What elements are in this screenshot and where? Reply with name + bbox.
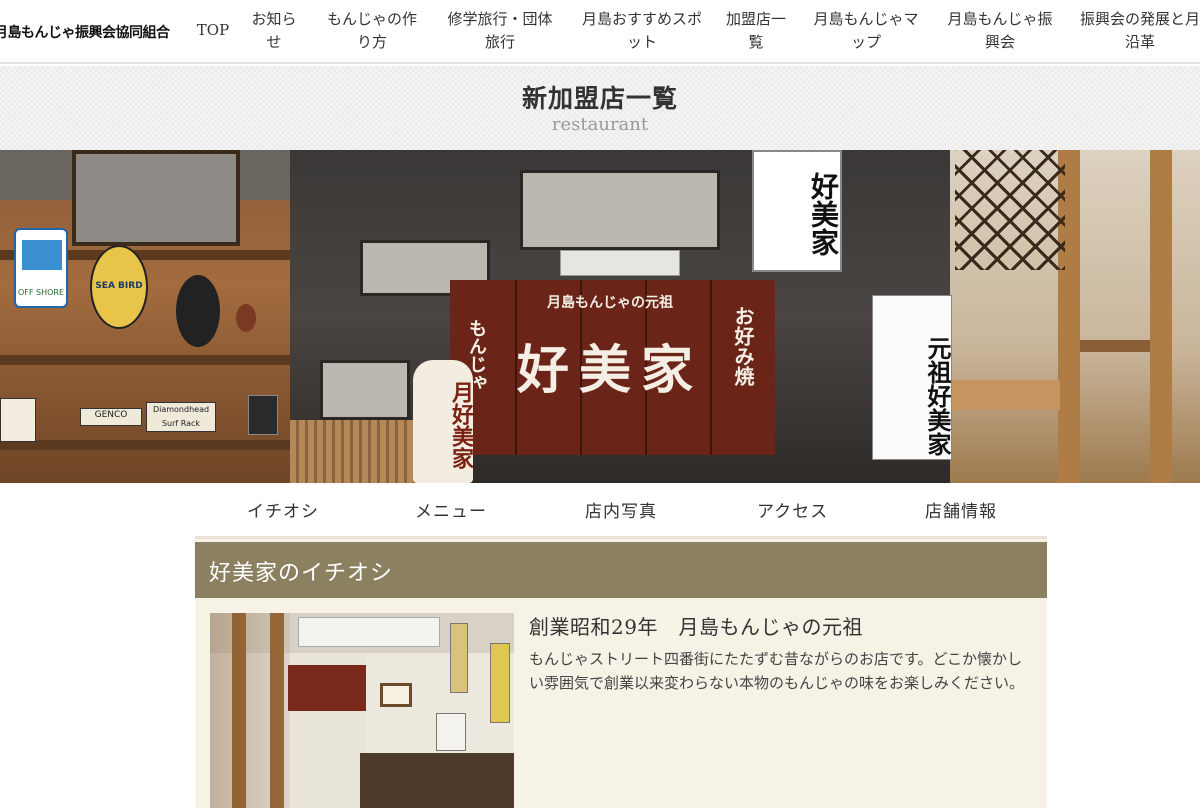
photo-frame: [380, 683, 412, 707]
seabird-badge-label: SEA BIRD: [95, 281, 143, 291]
table-edge: [950, 380, 1060, 410]
storefront-window: [320, 360, 410, 420]
storefront-window: [520, 170, 720, 250]
noren-small-text: 月島もんじゃの元祖: [547, 295, 673, 311]
nav-history[interactable]: 振興会の発展と月 沿革: [1076, 8, 1200, 54]
wood-plank: [0, 355, 290, 365]
feature-text: 創業昭和29年 月島もんじゃの元祖 もんじゃストリート四番街にたたずむ昔ながらの…: [529, 613, 1029, 695]
illuminated-sign-text: 好美家: [807, 172, 840, 256]
logo-text: 月島もんじゃ振興会協同組合: [0, 25, 170, 41]
tab-access[interactable]: アクセス: [757, 497, 828, 522]
air-conditioner: [560, 250, 680, 276]
offshore-sign: OFF SHORE: [14, 228, 68, 308]
photo-counter: [360, 753, 514, 808]
section-header: 好美家のイチオシ: [195, 542, 1047, 598]
hero-image: OFF SHORE SEA BIRD GENCO Diamondhead Sur…: [0, 150, 1200, 483]
recommend-section: 好美家のイチオシ 創業昭和29年 月島もんじゃの元祖 もんじゃストリート四番街に…: [195, 536, 1047, 808]
page-subtitle: restaurant: [551, 114, 649, 135]
nav-member-shops[interactable]: 加盟店一 覧: [724, 8, 788, 54]
wood-plank: [0, 440, 290, 450]
lantern-text: 月好美家: [448, 381, 474, 469]
paper-lantern: 月好美家: [413, 360, 474, 483]
feature-title: 創業昭和29年 月島もんじゃの元祖: [529, 615, 863, 639]
wood-post: [1150, 150, 1172, 483]
frosted-window: [72, 150, 240, 246]
nav-spots[interactable]: 月島おすすめスポ ット: [578, 8, 706, 54]
seabird-badge: SEA BIRD: [90, 245, 148, 329]
white-sign-text: 元祖好美家: [923, 336, 952, 456]
photo-noren: [288, 665, 366, 711]
small-sign: [0, 398, 36, 442]
nav-news[interactable]: お知ら せ: [250, 8, 298, 54]
photo-poster: [490, 643, 510, 723]
interior-photo: [210, 613, 514, 808]
wooden-fence: [290, 420, 420, 483]
tab-shop-info[interactable]: 店舗情報: [925, 497, 997, 522]
offshore-sign-graphic: [22, 240, 62, 270]
photo-menu-board: [436, 713, 466, 751]
hero-left-wall: OFF SHORE SEA BIRD GENCO Diamondhead Sur…: [0, 150, 290, 483]
illuminated-sign: 好美家: [752, 150, 842, 272]
site-logo[interactable]: 月島もんじゃ振興会協同組合: [0, 20, 170, 44]
nav-association[interactable]: 月島もんじゃ振 興会: [944, 8, 1056, 54]
tab-menu[interactable]: メニュー: [415, 497, 487, 522]
nav-map[interactable]: 月島もんじゃマ ップ: [810, 8, 922, 54]
section-heading: 好美家のイチオシ: [209, 561, 394, 586]
small-badge: [236, 304, 256, 332]
tab-recommend[interactable]: イチオシ: [247, 497, 319, 522]
photo-air-conditioner: [298, 617, 440, 647]
photo-partition: [210, 613, 290, 808]
site-header: 月島もんじゃ振興会協同組合 TOP お知ら せ もんじゃの作 り方 修学旅行・団…: [0, 0, 1200, 64]
nav-top[interactable]: TOP: [196, 19, 230, 42]
shop-subnav: イチオシ メニュー 店内写真 アクセス 店舗情報: [195, 483, 1047, 535]
feature-body: もんじゃストリート四番街にたたずむ昔ながらのお店です。どこか懐かしい雰囲気で創業…: [529, 650, 1025, 692]
noren-curtain: 月島もんじゃの元祖 好美家 もんじゃ お好み焼: [450, 280, 775, 455]
nav-how-to-make[interactable]: もんじゃの作 り方: [324, 8, 420, 54]
photo-poster: [450, 623, 468, 693]
surf-rack-sign: Diamondhead Surf Rack: [146, 402, 216, 432]
tab-interior-photos[interactable]: 店内写真: [585, 497, 657, 522]
offshore-sign-label: OFF SHORE: [17, 288, 65, 297]
bench: [1080, 340, 1150, 352]
nav-school-trip[interactable]: 修学旅行・団体 旅行: [444, 8, 556, 54]
lattice-screen: [955, 150, 1065, 270]
genco-sign: GENCO: [80, 408, 142, 426]
page-title: 新加盟店一覧: [521, 84, 678, 113]
hanging-white-sign: 元祖好美家: [872, 295, 952, 460]
noren-right-text: お好み焼: [731, 306, 755, 386]
noren-main-text: 好美家: [516, 340, 703, 401]
surf-badge: [176, 275, 220, 347]
dark-sign: [248, 395, 278, 435]
title-band: 新加盟店一覧 restaurant: [0, 66, 1200, 150]
